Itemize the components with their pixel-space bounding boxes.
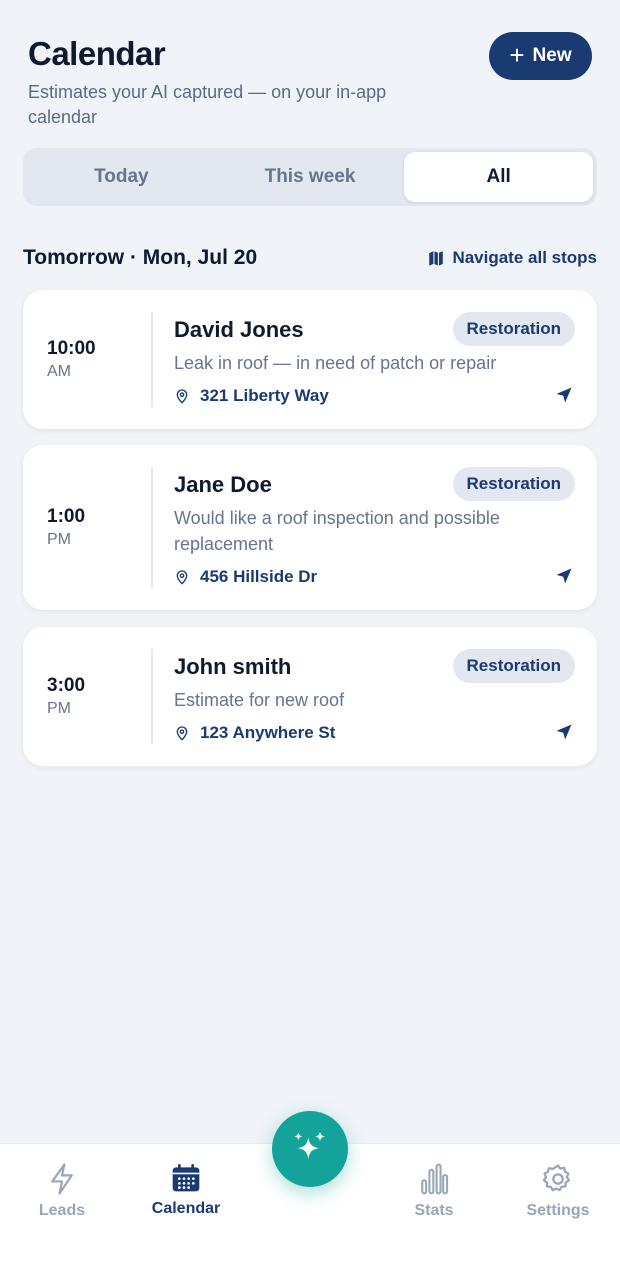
- day-section-header: Tomorrow · Mon, Jul 20 Navigate all stop…: [23, 246, 597, 270]
- filter-tab-all[interactable]: All: [404, 152, 594, 202]
- service-tag-badge: Restoration: [452, 312, 575, 346]
- time-value: 3:00: [47, 675, 86, 696]
- service-tag-badge: Restoration: [452, 467, 575, 501]
- tab-label: Leads: [38, 1202, 86, 1219]
- navigate-all-stops-button[interactable]: Navigate all stops: [427, 248, 597, 268]
- appointment-time: 3:00 PM: [23, 649, 153, 744]
- page-subtitle: Estimates your AI captured — on your in-…: [28, 82, 387, 127]
- address-row: 123 Anywhere St: [174, 723, 575, 743]
- appointment-time: 1:00 PM: [23, 467, 153, 588]
- navigate-arrow-icon[interactable]: [555, 386, 573, 404]
- address-row: 321 Liberty Way: [174, 386, 575, 406]
- appointment-card[interactable]: 1:00 PM Jane Doe Would like a roof inspe…: [23, 445, 597, 610]
- new-button-label: New: [532, 45, 572, 66]
- time-period: AM: [47, 363, 71, 380]
- time-value: 10:00: [47, 338, 96, 359]
- bar-chart-icon: [421, 1163, 449, 1195]
- bolt-icon: [51, 1163, 73, 1195]
- day-section-title: Tomorrow · Mon, Jul 20: [23, 246, 258, 269]
- address-row: 456 Hillside Dr: [174, 567, 575, 587]
- appointment-address: 321 Liberty Way: [200, 386, 329, 405]
- map-icon: [429, 251, 444, 266]
- location-pin-icon: [176, 389, 188, 404]
- tab-leads[interactable]: Leads: [7, 1162, 117, 1220]
- navigate-arrow-icon[interactable]: [555, 723, 573, 741]
- tab-settings[interactable]: Settings: [503, 1162, 613, 1220]
- appointment-card[interactable]: 10:00 AM David Jones Leak in roof — in n…: [23, 290, 597, 429]
- appointment-description: Would like a roof inspection and possibl…: [174, 508, 500, 554]
- calendar-icon: [172, 1164, 200, 1192]
- appointment-address: 456 Hillside Dr: [200, 567, 318, 586]
- location-pin-icon: [176, 726, 188, 741]
- appointment-address: 123 Anywhere St: [200, 723, 336, 742]
- filter-tab-this-week[interactable]: This week: [216, 152, 405, 202]
- tab-label: Settings: [526, 1202, 590, 1219]
- new-estimate-button[interactable]: + New: [489, 32, 592, 80]
- navigate-arrow-icon[interactable]: [555, 567, 573, 585]
- location-pin-icon: [176, 570, 188, 585]
- sparkles-icon: [294, 1131, 325, 1159]
- navigate-all-label: Navigate all stops: [452, 248, 597, 267]
- appointment-card[interactable]: 3:00 PM John smith Estimate for new roof…: [23, 627, 597, 766]
- ai-assistant-fab[interactable]: [272, 1111, 348, 1187]
- filter-tab-today[interactable]: Today: [27, 152, 216, 202]
- time-period: PM: [47, 700, 71, 717]
- tab-stats[interactable]: Stats: [379, 1162, 489, 1220]
- plus-icon: +: [509, 39, 525, 70]
- tab-label: Stats: [414, 1202, 454, 1219]
- appointment-time: 10:00 AM: [23, 312, 153, 407]
- gear-icon: [542, 1164, 571, 1192]
- filter-segmented-control: Today This week All: [23, 148, 597, 206]
- service-tag-badge: Restoration: [452, 649, 575, 683]
- time-value: 1:00: [47, 506, 86, 527]
- tab-label: Calendar: [151, 1200, 221, 1217]
- appointment-description: Estimate for new roof: [174, 690, 345, 710]
- appointment-description: Leak in roof — in need of patch or repai…: [174, 353, 497, 373]
- time-period: PM: [47, 531, 71, 548]
- tab-calendar[interactable]: Calendar: [131, 1162, 241, 1218]
